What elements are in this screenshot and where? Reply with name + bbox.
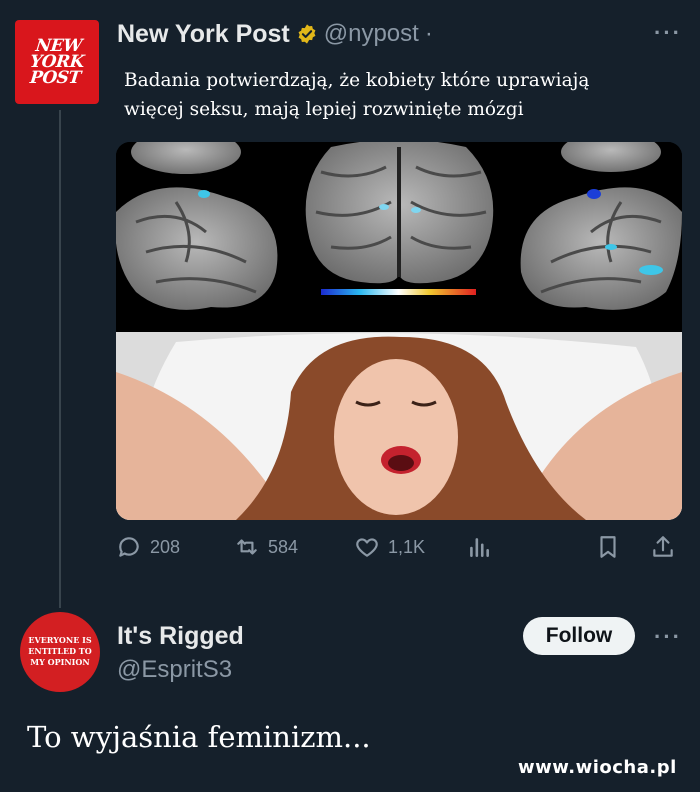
post-text-line: więcej seksu, mają lepiej rozwinięte móz…: [124, 99, 524, 120]
thread-line: [59, 110, 61, 608]
handle-separator: ·: [424, 20, 433, 47]
reply-more-dots-icon[interactable]: ···: [654, 626, 682, 648]
like-button[interactable]: 1,1K: [354, 534, 425, 560]
repost-button[interactable]: 584: [234, 534, 298, 560]
nypost-logo-mark: NEW YORK POST: [28, 36, 87, 88]
post-text: Badania potwierdzają, że kobiety które u…: [124, 66, 684, 124]
watermark: www.wiocha.pl: [518, 757, 677, 778]
rigged-avatar-logo: EVERYONE IS ENTITLED TO MY OPINION: [28, 635, 92, 667]
brain-scan-illustration: [116, 142, 682, 310]
reply-icon: [119, 537, 139, 557]
verified-badge-icon: [298, 24, 316, 44]
svg-text:EVERYONE IS: EVERYONE IS: [28, 635, 91, 645]
brain-scan-image: [116, 142, 682, 332]
woman-photo: [116, 332, 682, 520]
nypost-avatar[interactable]: NEW YORK POST: [15, 20, 99, 104]
author-name[interactable]: New York Post: [117, 20, 290, 49]
repost-count: 584: [268, 536, 299, 557]
svg-text:POST: POST: [28, 68, 83, 88]
post-text-line: Badania potwierdzają, że kobiety które u…: [124, 70, 590, 91]
post-actions: 208 584 1,1K: [116, 534, 682, 566]
like-icon: [356, 538, 378, 557]
woman-photo-illustration: [116, 332, 682, 520]
nypost-logo: NEW YORK POST: [19, 31, 96, 93]
rigged-avatar[interactable]: EVERYONE IS ENTITLED TO MY OPINION: [20, 612, 100, 692]
reply-count: 208: [150, 536, 181, 557]
author-handle[interactable]: @nypost: [324, 20, 419, 48]
repost-icon: [237, 539, 257, 555]
bookmark-button[interactable]: [595, 534, 621, 560]
share-icon: [653, 536, 673, 557]
reply-author-name[interactable]: It's Rigged: [117, 620, 244, 652]
post-media[interactable]: [116, 142, 682, 520]
meme-caption: To wyjaśnia feminizm...: [27, 720, 371, 754]
svg-text:ENTITLED TO: ENTITLED TO: [28, 646, 91, 656]
reply-author-handle[interactable]: @EspritS3: [117, 654, 244, 686]
reply-user-info: It's Rigged @EspritS3: [117, 620, 244, 686]
svg-text:MY OPINION: MY OPINION: [30, 657, 89, 667]
views-button[interactable]: [466, 534, 492, 560]
reply-button[interactable]: 208: [116, 534, 180, 560]
share-button[interactable]: [650, 534, 676, 560]
like-count: 1,1K: [388, 536, 426, 557]
views-icon: [470, 538, 489, 557]
follow-button[interactable]: Follow: [523, 617, 635, 655]
post-header: New York Post @nypost ·: [117, 18, 433, 50]
bookmark-icon: [600, 536, 616, 558]
more-dots-icon[interactable]: ···: [654, 22, 682, 44]
